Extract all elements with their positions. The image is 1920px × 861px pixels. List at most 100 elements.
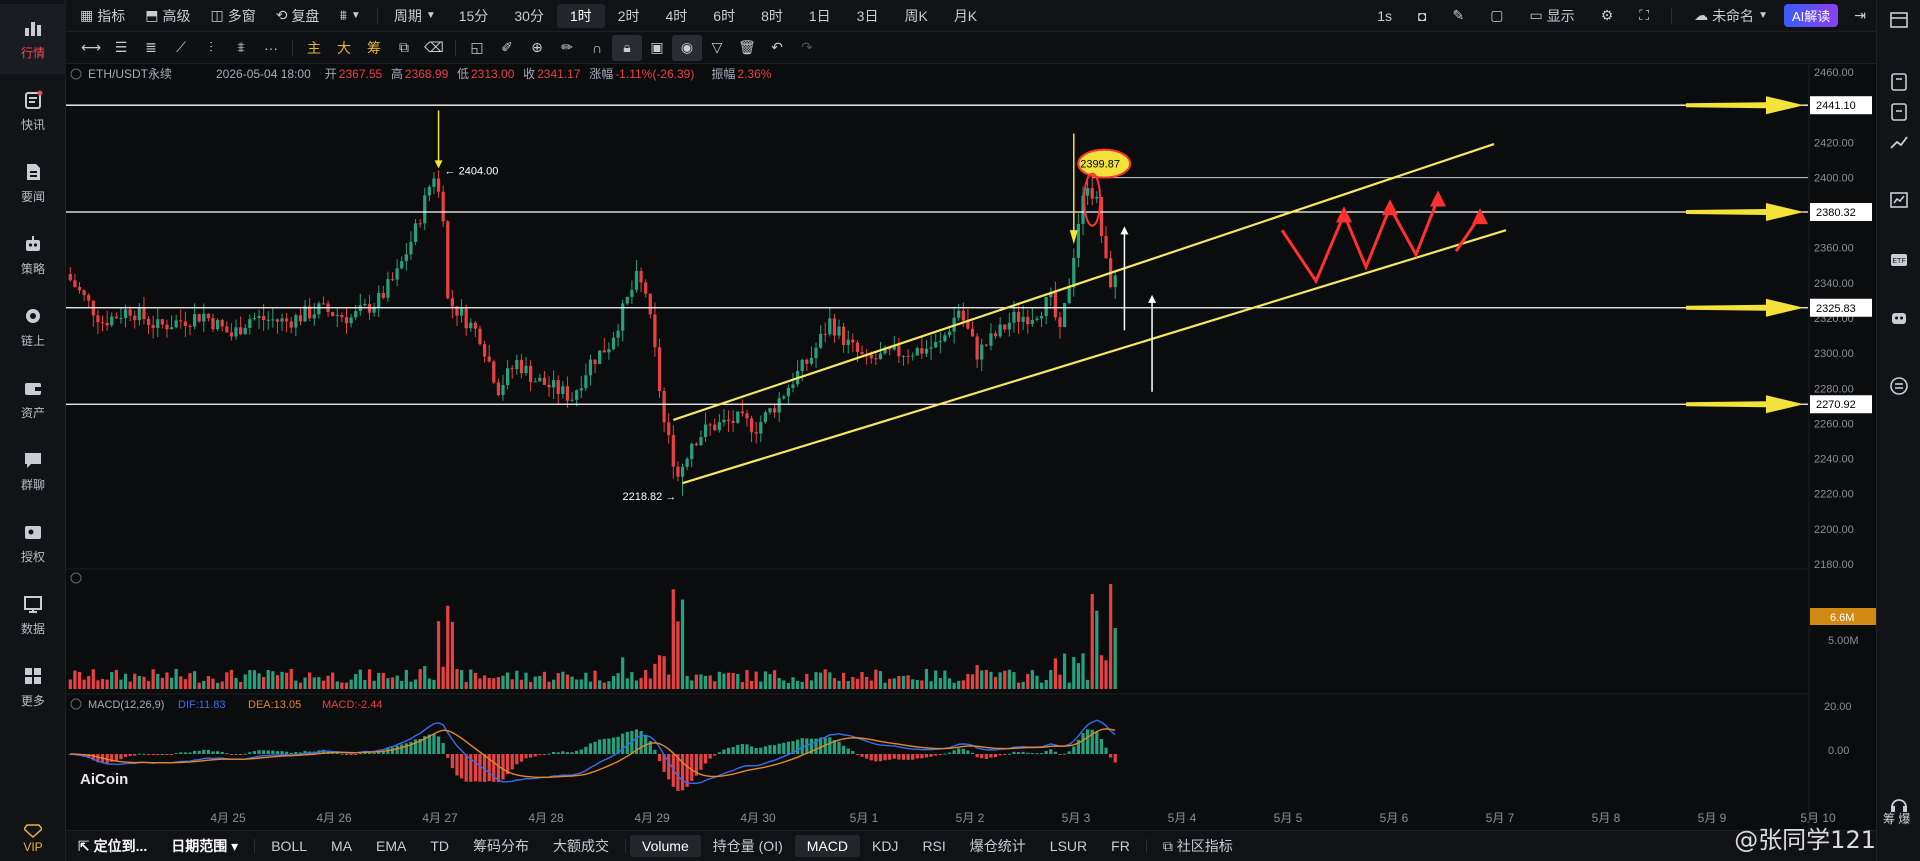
indicator-tab-7[interactable]: 大额成交 bbox=[541, 831, 621, 861]
timeframe-10[interactable]: 月K bbox=[941, 0, 990, 32]
depth-chart-icon[interactable] bbox=[1889, 190, 1909, 210]
visibility-tool[interactable]: ◉ bbox=[672, 34, 702, 61]
indicator-tab-8[interactable]: Volume bbox=[630, 835, 701, 857]
ai-interpret-button[interactable]: AI解读 bbox=[1783, 4, 1839, 27]
bot-icon[interactable] bbox=[1889, 308, 1909, 328]
exchange-icon[interactable] bbox=[1889, 376, 1909, 396]
document-icon bbox=[23, 162, 43, 182]
shape-tool[interactable]: ◱ bbox=[462, 35, 492, 61]
indicator-tab-5[interactable]: TD bbox=[418, 831, 461, 861]
macd-hist-bar bbox=[1026, 752, 1030, 754]
indicator-tab-4[interactable]: EMA bbox=[364, 831, 418, 861]
indicator-tab-14[interactable]: LSUR bbox=[1038, 831, 1099, 861]
lock-tool[interactable]: 🔒︎ bbox=[612, 34, 642, 61]
fullscreen-button[interactable]: ⛶ bbox=[1629, 0, 1659, 32]
candlestick-chart[interactable]: ETH/USDT永续 2026-05-04 18:00 开 2367.55 高 2368.… bbox=[66, 64, 1876, 830]
volume-bar bbox=[96, 680, 100, 689]
timeframe-2[interactable]: 1时 bbox=[556, 3, 605, 28]
main-force-tool[interactable]: 主 bbox=[299, 35, 329, 61]
eraser-tool[interactable]: ⌫ bbox=[419, 35, 449, 61]
timeframe-8[interactable]: 3日 bbox=[844, 0, 892, 32]
sidebar-item-news[interactable]: 要闻 bbox=[0, 148, 66, 218]
sidebar-item-market[interactable]: 行情 bbox=[0, 4, 66, 74]
indicator-tab-3[interactable]: MA bbox=[319, 831, 364, 861]
screenshot-button[interactable]: ◘ bbox=[1408, 0, 1436, 32]
macd-hist-bar bbox=[146, 754, 151, 755]
copy-tool[interactable]: ⧉ bbox=[389, 35, 419, 61]
template-tool[interactable]: ▣ bbox=[642, 35, 672, 61]
orderbook-icon[interactable] bbox=[1889, 72, 1909, 92]
sidebar-item-strategy[interactable]: 策略 bbox=[0, 220, 66, 290]
timeframe-3[interactable]: 2时 bbox=[605, 0, 653, 32]
sidebar-item-onchain[interactable]: 链上 bbox=[0, 292, 66, 362]
trades-icon[interactable] bbox=[1889, 102, 1909, 122]
timeframe-6[interactable]: 8时 bbox=[748, 0, 796, 32]
filter-tool[interactable]: ▽ bbox=[702, 35, 732, 61]
macd-hist-bar bbox=[367, 753, 372, 755]
multi-window-button[interactable]: ◫ 多窗 bbox=[200, 0, 265, 32]
volume-bar bbox=[777, 677, 781, 689]
sidebar-item-groupchat[interactable]: 群聊 bbox=[0, 436, 66, 506]
channel-tool[interactable]: ≣ bbox=[136, 35, 166, 61]
chip-tool[interactable]: 筹 bbox=[359, 35, 389, 61]
indicator-tab-2[interactable]: BOLL bbox=[259, 831, 319, 861]
timeframe-5[interactable]: 6时 bbox=[700, 0, 748, 32]
volume-bar bbox=[957, 680, 961, 689]
collapse-button[interactable]: ⇥ bbox=[1844, 0, 1876, 32]
timeframe-0[interactable]: 15分 bbox=[446, 0, 502, 32]
more-tools[interactable]: ··· bbox=[256, 35, 286, 61]
indicator-tab-10[interactable]: MACD bbox=[794, 835, 860, 857]
brush-tool[interactable]: ✏ bbox=[552, 35, 582, 61]
indicator-tab-0[interactable]: ⇱ 定位到... bbox=[66, 831, 159, 861]
timeframe-4[interactable]: 4时 bbox=[652, 0, 700, 32]
redo-tool[interactable]: ↷ bbox=[792, 35, 822, 61]
sidebar-item-authorize[interactable]: 授权 bbox=[0, 508, 66, 578]
pattern-tool[interactable]: ⩨ bbox=[226, 35, 256, 61]
indicator-tab-6[interactable]: 筹码分布 bbox=[461, 831, 541, 861]
undo-tool[interactable]: ↶ bbox=[762, 35, 792, 61]
macd-hist-bar bbox=[763, 746, 767, 754]
candle-body bbox=[501, 384, 505, 396]
delete-tool[interactable]: 🗑︎ bbox=[732, 35, 762, 61]
edit-button[interactable]: ✎ bbox=[1442, 0, 1474, 32]
hlines-tool[interactable]: ☰ bbox=[106, 35, 136, 61]
layout-name-dropdown[interactable]: ☁ 未命名 ▼ bbox=[1684, 0, 1778, 32]
macd-hist-bar bbox=[934, 754, 938, 756]
note-button[interactable]: ▢ bbox=[1480, 0, 1513, 32]
timeframe-7[interactable]: 1日 bbox=[796, 0, 844, 32]
indicator-tab-9[interactable]: 持仓量 (OI) bbox=[701, 831, 795, 861]
sidebar-item-flash[interactable]: 快讯 bbox=[0, 76, 66, 146]
vip-button[interactable]: VIP bbox=[0, 824, 66, 854]
interval-button[interactable]: 1s bbox=[1367, 0, 1402, 32]
magnet-tool[interactable]: ∩ bbox=[582, 35, 612, 61]
indicator-tab-15[interactable]: FR bbox=[1099, 831, 1142, 861]
indicator-tab-16[interactable]: ⧉ 社区指标 bbox=[1151, 831, 1245, 861]
chart-area[interactable]: ETH/USDT永续 2026-05-04 18:00 开 2367.55 高 2368.… bbox=[66, 64, 1876, 830]
sidebar-item-more[interactable]: 更多 bbox=[0, 652, 66, 722]
ruler-tool[interactable]: ✐ bbox=[492, 35, 522, 61]
big-order-tool[interactable]: 大 bbox=[329, 35, 359, 61]
period-dropdown[interactable]: 周期 ▼ bbox=[384, 0, 446, 32]
sidebar-item-assets[interactable]: 资产 bbox=[0, 364, 66, 434]
fib-tool[interactable]: ⫶ bbox=[196, 35, 226, 61]
timeframe-1[interactable]: 30分 bbox=[501, 0, 557, 32]
sidebar-item-data[interactable]: 数据 bbox=[0, 580, 66, 650]
replay-button[interactable]: ⟲ 复盘 bbox=[266, 0, 330, 32]
trend-icon[interactable] bbox=[1889, 132, 1909, 152]
hline-tool[interactable]: ⟷ bbox=[76, 35, 106, 61]
indicator-button[interactable]: ▦ 指标 bbox=[66, 0, 135, 32]
volume-bar bbox=[1090, 594, 1094, 689]
indicator-tab-13[interactable]: 爆仓统计 bbox=[958, 831, 1038, 861]
display-button[interactable]: ▭ 显示 bbox=[1519, 0, 1584, 32]
watchlist-icon[interactable] bbox=[1889, 10, 1909, 30]
etf-icon[interactable]: ETF bbox=[1889, 250, 1909, 270]
timeframe-9[interactable]: 周K bbox=[891, 0, 940, 32]
indicator-tab-12[interactable]: RSI bbox=[910, 831, 957, 861]
chart-style-button[interactable]: ⩩ ▼ bbox=[329, 0, 370, 32]
advanced-button[interactable]: ⬒ 高级 bbox=[135, 0, 200, 32]
trendline-tool[interactable]: ⟋ bbox=[166, 35, 196, 61]
indicator-tab-11[interactable]: KDJ bbox=[860, 831, 910, 861]
indicator-tab-1[interactable]: 日期范围 ▾ bbox=[159, 831, 250, 861]
settings-button[interactable]: ⚙ bbox=[1591, 0, 1624, 32]
zoom-tool[interactable]: ⊕ bbox=[522, 35, 552, 61]
